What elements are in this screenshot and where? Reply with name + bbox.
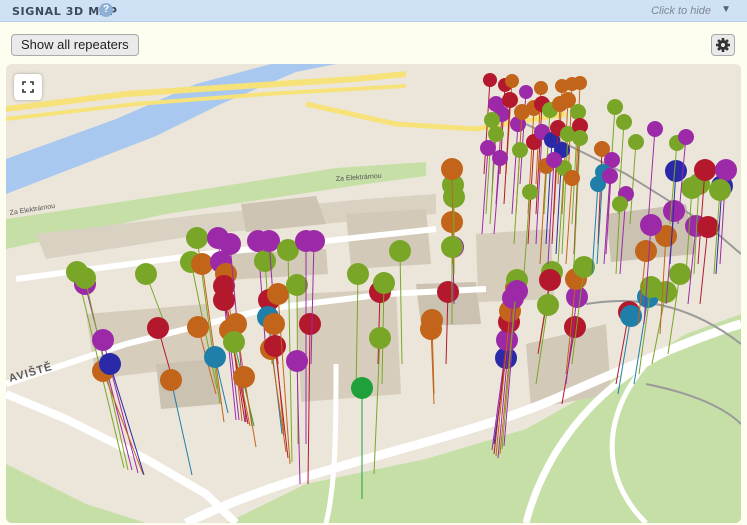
settings-button[interactable] (711, 34, 735, 56)
fullscreen-button[interactable] (14, 74, 42, 100)
hide-panel-link[interactable]: Click to hide (651, 5, 711, 17)
map-3d-view[interactable]: AVIŠTĚ Za Elektrárnou Za Elektrárnou (6, 64, 741, 523)
collapse-arrow-icon[interactable]: ▼ (721, 4, 731, 15)
help-icon[interactable]: ? (99, 3, 113, 17)
map-canvas[interactable]: AVIŠTĚ Za Elektrárnou Za Elektrárnou (6, 64, 741, 523)
show-all-repeaters-button[interactable]: Show all repeaters (11, 34, 139, 56)
gear-icon (716, 38, 730, 52)
fullscreen-icon (22, 81, 34, 93)
panel-header: SIGNAL 3D MAP ? Click to hide ▼ (0, 0, 747, 22)
